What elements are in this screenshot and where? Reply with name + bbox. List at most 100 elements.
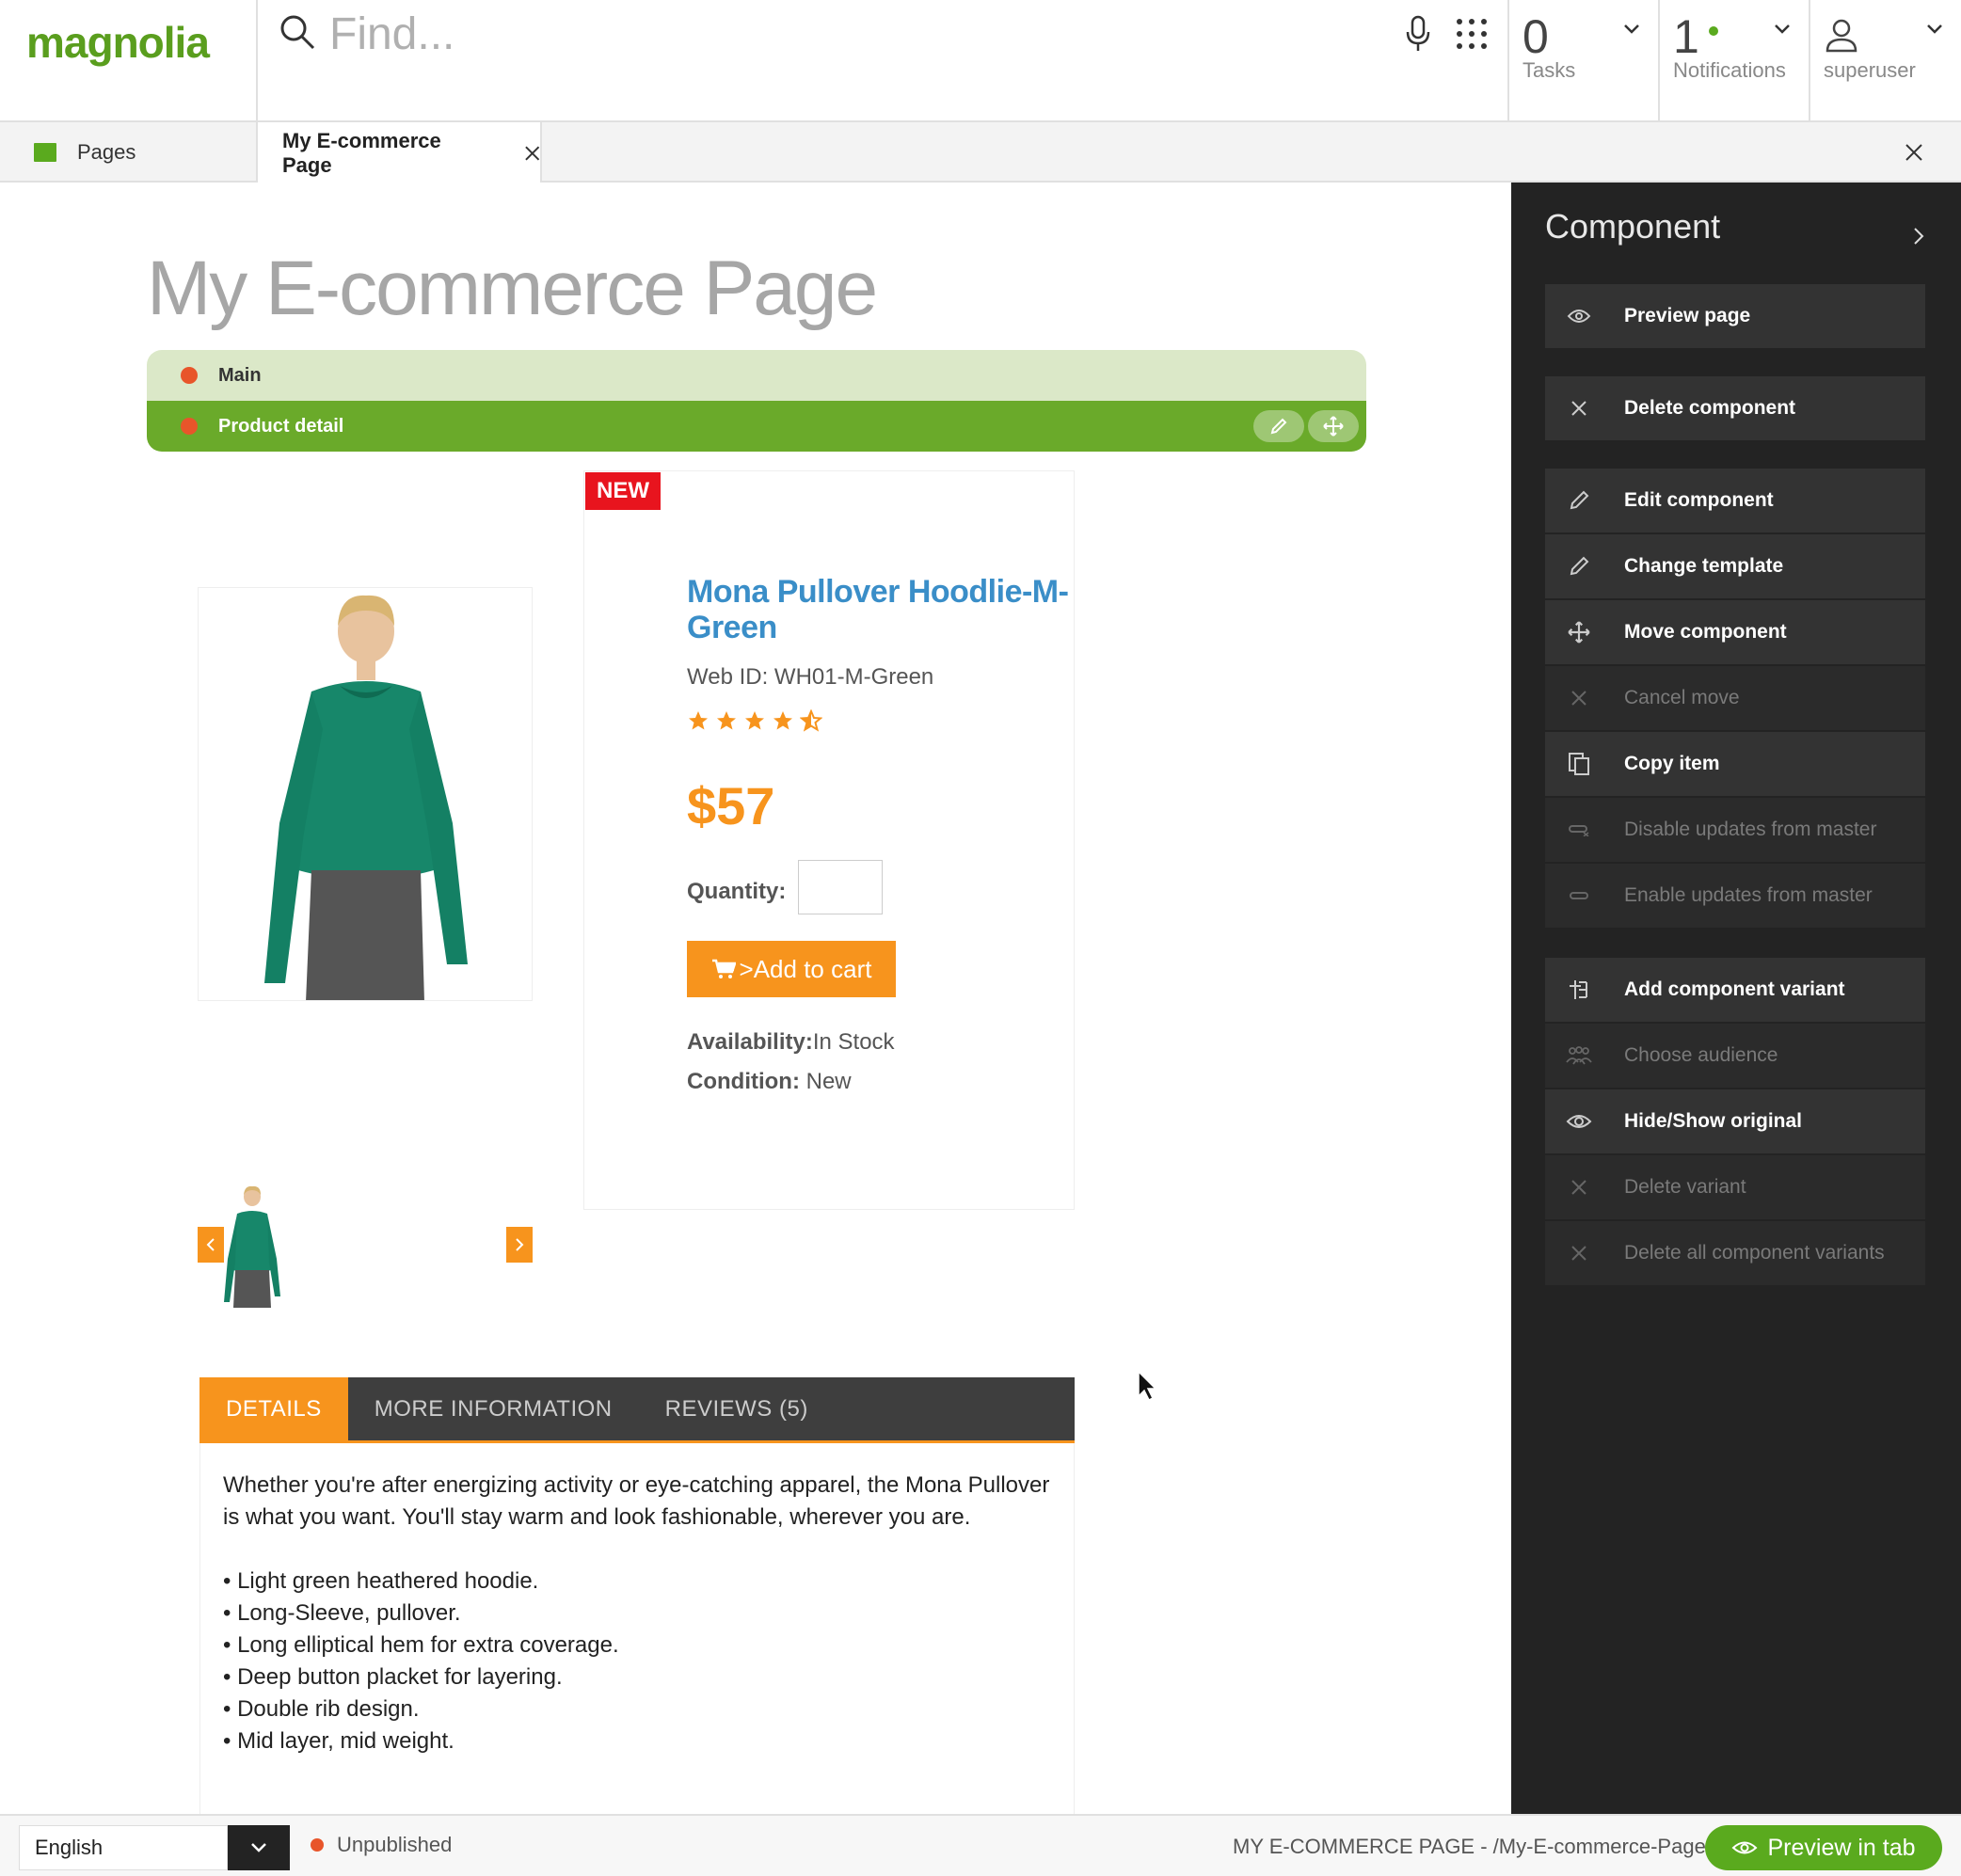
- action-label: Delete all component variants: [1624, 1242, 1885, 1264]
- top-bar: magnolia 0 Tasks 1: [0, 0, 1961, 122]
- search-icon[interactable]: [279, 13, 316, 51]
- availability-label: Availability:: [687, 1029, 813, 1055]
- close-icon: [1566, 1174, 1592, 1200]
- star-icon: [773, 711, 792, 730]
- area-bar-main[interactable]: Main: [147, 350, 1366, 401]
- tab-more-information[interactable]: MORE INFORMATION: [348, 1377, 639, 1440]
- condition-label: Condition:: [687, 1069, 800, 1094]
- user-icon: [1825, 19, 1857, 53]
- chevron-down-icon[interactable]: [1622, 23, 1641, 36]
- preview-in-tab-label: Preview in tab: [1767, 1834, 1916, 1861]
- chevron-left-icon: [206, 1238, 215, 1251]
- availability-value: In Stock: [812, 1029, 895, 1055]
- close-app-icon[interactable]: [1905, 143, 1923, 162]
- collapse-panel-icon[interactable]: [1912, 226, 1925, 246]
- feature-item: Long elliptical hem for extra coverage.: [223, 1630, 1051, 1661]
- star-icon: [717, 711, 736, 730]
- add-to-cart-button[interactable]: >Add to cart: [687, 941, 896, 997]
- page-editor-canvas: My E-commerce Page Main Product detail N…: [0, 183, 1511, 1814]
- product-image[interactable]: [198, 587, 533, 1001]
- status-dot: [181, 418, 198, 435]
- tasks-indicator[interactable]: 0 Tasks: [1509, 0, 1660, 122]
- status-label: Unpublished: [337, 1833, 453, 1856]
- audience-icon: [1566, 1042, 1592, 1069]
- pencil-icon: [1566, 553, 1592, 580]
- notification-dot: [1709, 26, 1718, 36]
- tab-details[interactable]: DETAILS: [199, 1377, 348, 1440]
- action-label: Add component variant: [1624, 978, 1845, 1000]
- action-delete-all-component-variants: Delete all component variants: [1545, 1221, 1925, 1285]
- preview-in-tab-button[interactable]: Preview in tab: [1705, 1825, 1942, 1870]
- close-tab-icon[interactable]: [524, 145, 540, 162]
- pages-icon: [34, 143, 56, 162]
- chevron-down-icon: [251, 1843, 266, 1852]
- feature-item: Long-Sleeve, pullover.: [223, 1598, 1051, 1630]
- feature-item: Mid layer, mid weight.: [223, 1725, 1051, 1757]
- availability: Availability:In Stock: [687, 1029, 895, 1056]
- user-menu[interactable]: superuser: [1810, 0, 1961, 122]
- tab-reviews[interactable]: REVIEWS (5): [639, 1377, 835, 1440]
- move-icon: [1566, 619, 1592, 645]
- unlink-icon: [1566, 817, 1592, 843]
- close-icon: [1566, 685, 1592, 711]
- microphone-icon[interactable]: [1404, 15, 1432, 53]
- star-half-icon: [800, 709, 822, 732]
- copy-icon: [1566, 751, 1592, 777]
- star-icon: [689, 711, 708, 730]
- language-dropdown-button[interactable]: [228, 1825, 290, 1870]
- search-bar: [258, 0, 1509, 122]
- quantity-label: Quantity:: [687, 879, 787, 904]
- language-select[interactable]: English: [19, 1825, 228, 1870]
- panel-title: Component: [1545, 207, 1721, 246]
- logo[interactable]: magnolia: [0, 0, 258, 122]
- product-price: $57: [687, 776, 775, 835]
- web-id: Web ID: WH01-M-Green: [687, 664, 934, 690]
- action-label: Cancel move: [1624, 687, 1740, 708]
- action-label: Change template: [1624, 555, 1784, 577]
- notifications-indicator[interactable]: 1 Notifications: [1660, 0, 1810, 122]
- tab-my-ecommerce-page[interactable]: My E-commerce Page: [258, 122, 542, 184]
- condition-value: New: [805, 1069, 852, 1094]
- product-thumbnail[interactable]: [216, 1184, 288, 1308]
- action-label: Disable updates from master: [1624, 819, 1877, 840]
- action-label: Hide/Show original: [1624, 1110, 1803, 1132]
- action-delete-component[interactable]: Delete component: [1545, 376, 1925, 440]
- action-hide-show-original[interactable]: Hide/Show original: [1545, 1089, 1925, 1153]
- status-dot: [311, 1838, 324, 1852]
- tab-active-label: My E-commerce Page: [282, 129, 441, 177]
- chevron-down-icon[interactable]: [1925, 23, 1944, 36]
- chevron-down-icon[interactable]: [1773, 23, 1792, 36]
- action-move-component[interactable]: Move component: [1545, 600, 1925, 664]
- close-icon: [1566, 1240, 1592, 1266]
- apps-grid-icon[interactable]: [1455, 17, 1489, 51]
- quantity-input[interactable]: [798, 860, 883, 914]
- action-label: Preview page: [1624, 305, 1751, 326]
- product-name[interactable]: Mona Pullover Hoodlie-M-Green: [687, 574, 1073, 645]
- product-photo: [199, 588, 532, 1000]
- status-dot: [181, 367, 198, 384]
- notifications-label: Notifications: [1673, 58, 1786, 82]
- star-icon: [745, 711, 764, 730]
- thumbnail-next-button[interactable]: [506, 1227, 533, 1263]
- action-choose-audience: Choose audience: [1545, 1024, 1925, 1088]
- tab-pages[interactable]: Pages: [0, 122, 258, 183]
- app-window: magnolia 0 Tasks 1: [0, 0, 1961, 1876]
- action-copy-item[interactable]: Copy item: [1545, 732, 1925, 796]
- publication-status: Unpublished: [311, 1833, 452, 1857]
- action-label: Enable updates from master: [1624, 884, 1873, 906]
- condition: Condition: New: [687, 1069, 852, 1095]
- feature-list: Light green heathered hoodie. Long-Sleev…: [223, 1566, 1051, 1757]
- search-input[interactable]: [329, 6, 1270, 62]
- notifications-count: 1: [1673, 10, 1699, 63]
- action-change-template[interactable]: Change template: [1545, 534, 1925, 598]
- component-bar-product-detail[interactable]: Product detail: [147, 401, 1366, 452]
- mouse-cursor-icon: [1138, 1370, 1157, 1402]
- move-icon: [1323, 416, 1344, 437]
- move-component-button[interactable]: [1308, 410, 1359, 442]
- action-label: Choose audience: [1624, 1044, 1778, 1066]
- edit-component-button[interactable]: [1253, 410, 1304, 442]
- action-add-component-variant[interactable]: Add component variant: [1545, 958, 1925, 1022]
- action-preview-page[interactable]: Preview page: [1545, 284, 1925, 348]
- action-edit-component[interactable]: Edit component: [1545, 469, 1925, 533]
- preview-icon: [1566, 303, 1592, 329]
